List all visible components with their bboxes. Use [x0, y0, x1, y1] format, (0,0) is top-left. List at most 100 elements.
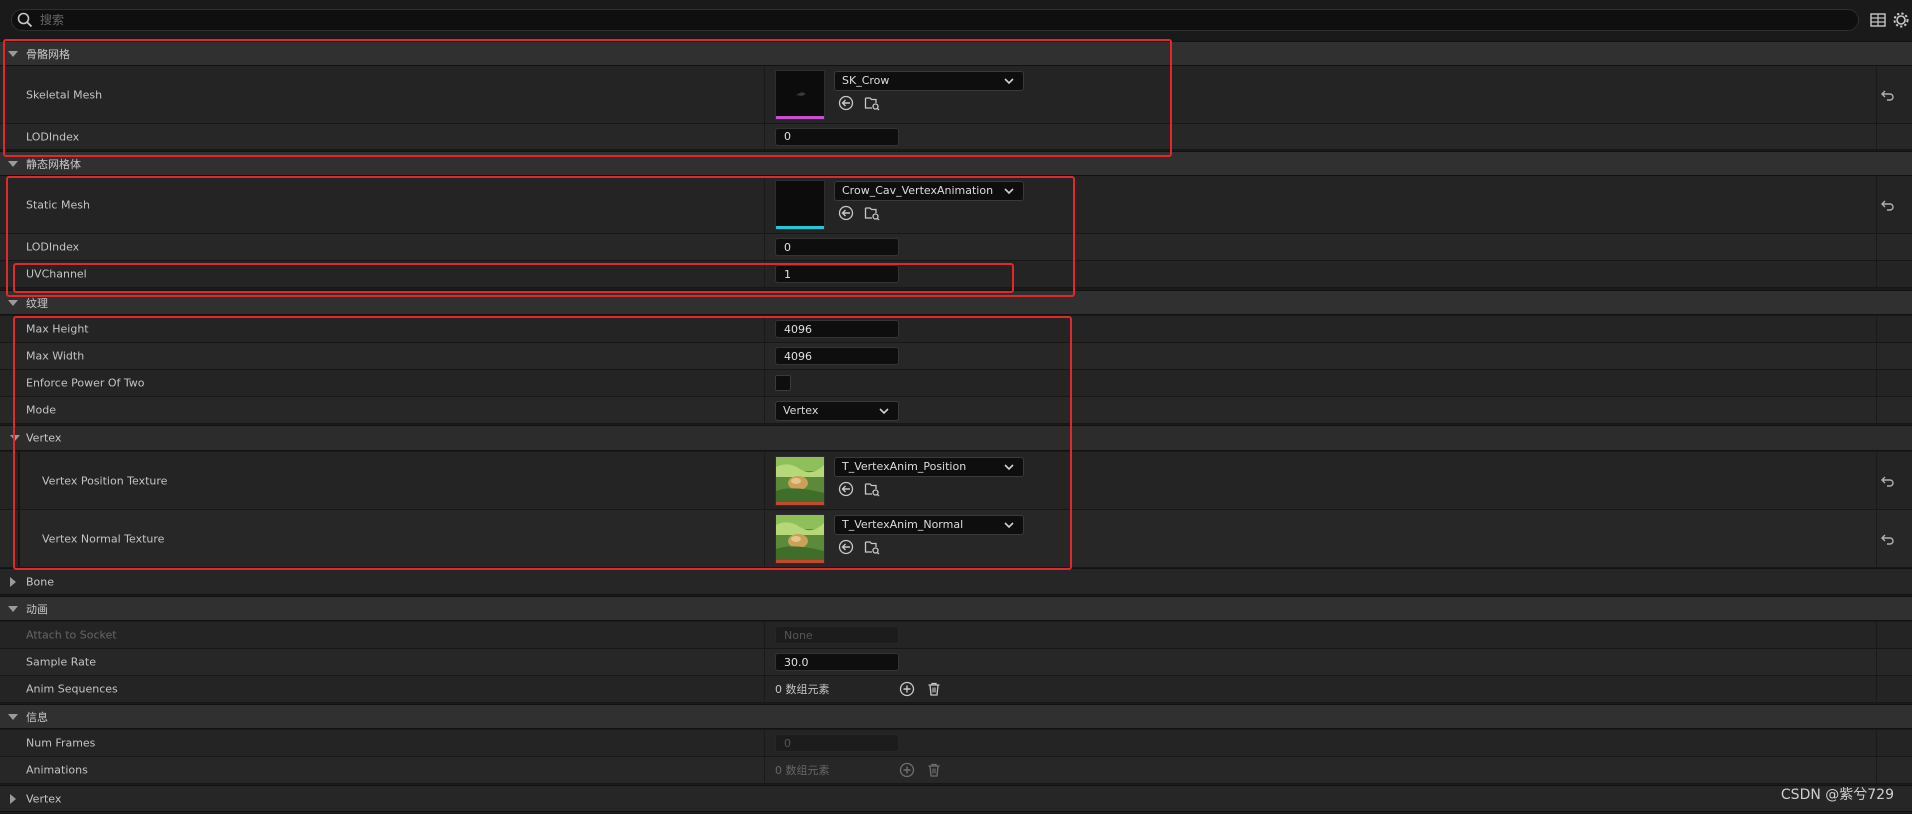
group-title: Vertex	[26, 792, 62, 805]
asset-picker-combo[interactable]: Crow_Cav_VertexAnimation	[834, 181, 1024, 201]
column-divider[interactable]	[764, 234, 765, 260]
search-bar	[11, 9, 1859, 31]
property-row-max-height: Max Height	[0, 316, 1912, 343]
browse-asset-icon[interactable]	[864, 481, 880, 497]
use-selected-asset-icon[interactable]	[838, 481, 854, 497]
group-vertex[interactable]: Vertex	[0, 425, 1912, 451]
column-divider[interactable]	[764, 66, 765, 123]
column-divider[interactable]	[764, 124, 765, 149]
property-row-max-width: Max Width	[0, 343, 1912, 370]
property-row-num-frames: Num Frames	[0, 730, 1912, 757]
table-view-icon[interactable]	[1869, 11, 1887, 29]
add-element-icon[interactable]	[899, 681, 915, 697]
mode-value: Vertex	[783, 404, 819, 417]
category-skeletal-mesh[interactable]: 骨骼网格	[0, 41, 1912, 66]
category-static-mesh[interactable]: 静态网格体	[0, 151, 1912, 176]
texture-thumbnail[interactable]	[775, 514, 825, 564]
use-selected-asset-icon[interactable]	[838, 539, 854, 555]
collapse-arrow-icon[interactable]	[8, 160, 18, 167]
watermark: CSDN @紫兮729	[1780, 787, 1894, 803]
collapse-arrow-icon[interactable]	[10, 435, 20, 441]
property-label: Enforce Power Of Two	[26, 376, 145, 390]
collapse-arrow-icon[interactable]	[8, 50, 18, 57]
crow-silhouette-icon	[796, 92, 806, 96]
enforce-power-of-two-checkbox[interactable]	[775, 375, 791, 391]
property-label: LODIndex	[26, 240, 80, 254]
column-divider[interactable]	[764, 510, 765, 567]
lod-index-input[interactable]	[775, 238, 899, 256]
browse-asset-icon[interactable]	[864, 95, 880, 111]
reset-to-default-icon[interactable]	[1881, 88, 1895, 102]
attach-socket-input	[775, 626, 899, 644]
add-element-icon	[899, 762, 915, 778]
chevron-down-icon	[1004, 78, 1014, 85]
collapse-arrow-icon[interactable]	[8, 605, 18, 612]
chevron-down-icon	[1004, 188, 1014, 195]
asset-picker-combo[interactable]: T_VertexAnim_Position	[834, 457, 1024, 477]
column-divider[interactable]	[764, 730, 765, 756]
column-divider[interactable]	[764, 397, 765, 423]
column-divider[interactable]	[764, 452, 765, 509]
settings-gear-icon[interactable]	[1892, 11, 1910, 29]
property-label: Max Width	[26, 349, 85, 363]
column-divider[interactable]	[764, 176, 765, 233]
search-icon	[17, 12, 33, 28]
lod-index-input[interactable]	[775, 127, 899, 146]
property-label: Mode	[26, 403, 56, 417]
max-height-input[interactable]	[775, 320, 899, 338]
texture-thumbnail[interactable]	[775, 456, 825, 506]
use-selected-asset-icon[interactable]	[838, 95, 854, 111]
property-label: Max Height	[26, 322, 89, 336]
column-divider[interactable]	[764, 622, 765, 648]
reset-to-default-icon[interactable]	[1881, 474, 1895, 488]
property-row-enforce-power-of-two: Enforce Power Of Two	[0, 370, 1912, 397]
expand-arrow-icon[interactable]	[10, 793, 16, 804]
delete-trash-icon[interactable]	[926, 681, 942, 697]
group-bone[interactable]: Bone	[0, 568, 1912, 595]
texture-preview-image	[776, 515, 824, 563]
property-row-mode: Mode Vertex	[0, 397, 1912, 424]
category-info[interactable]: 信息	[0, 704, 1912, 729]
reset-to-default-icon[interactable]	[1881, 198, 1895, 212]
asset-thumbnail[interactable]	[775, 70, 825, 120]
collapse-arrow-icon[interactable]	[8, 713, 18, 720]
asset-type-color-bar	[776, 116, 824, 119]
chevron-down-icon	[1004, 522, 1014, 529]
mode-dropdown[interactable]: Vertex	[775, 401, 899, 421]
column-divider	[1876, 316, 1877, 342]
asset-name: Crow_Cav_VertexAnimation	[842, 184, 994, 197]
property-row-uv-channel: UVChannel	[0, 261, 1912, 288]
sample-rate-input[interactable]	[775, 653, 899, 671]
search-input[interactable]	[40, 12, 1820, 28]
reset-to-default-icon[interactable]	[1881, 532, 1895, 546]
use-selected-asset-icon[interactable]	[838, 205, 854, 221]
asset-picker-combo[interactable]: T_VertexAnim_Normal	[834, 515, 1024, 535]
column-divider	[1876, 510, 1877, 567]
category-title: 纹理	[26, 296, 48, 310]
asset-thumbnail[interactable]	[775, 180, 825, 230]
column-divider	[1876, 397, 1877, 423]
category-texture[interactable]: 纹理	[0, 290, 1912, 315]
uv-channel-input[interactable]	[775, 265, 899, 283]
column-divider[interactable]	[764, 343, 765, 369]
collapse-arrow-icon[interactable]	[8, 299, 18, 306]
browse-asset-icon[interactable]	[864, 539, 880, 555]
category-animation[interactable]: 动画	[0, 596, 1912, 621]
column-divider[interactable]	[764, 316, 765, 342]
column-divider[interactable]	[764, 676, 765, 702]
column-divider	[1876, 676, 1877, 702]
category-title: 静态网格体	[26, 157, 81, 171]
column-divider[interactable]	[764, 649, 765, 675]
max-width-input[interactable]	[775, 347, 899, 365]
asset-name: T_VertexAnim_Position	[842, 460, 967, 473]
column-divider[interactable]	[764, 370, 765, 396]
column-divider	[1876, 370, 1877, 396]
property-label: LODIndex	[26, 130, 80, 143]
column-divider[interactable]	[764, 261, 765, 287]
browse-asset-icon[interactable]	[864, 205, 880, 221]
group-vertex-info[interactable]: Vertex	[0, 785, 1912, 812]
delete-trash-icon	[928, 763, 940, 777]
expand-arrow-icon[interactable]	[10, 576, 16, 587]
asset-picker-combo[interactable]: SK_Crow	[834, 71, 1024, 91]
column-divider[interactable]	[764, 757, 765, 783]
